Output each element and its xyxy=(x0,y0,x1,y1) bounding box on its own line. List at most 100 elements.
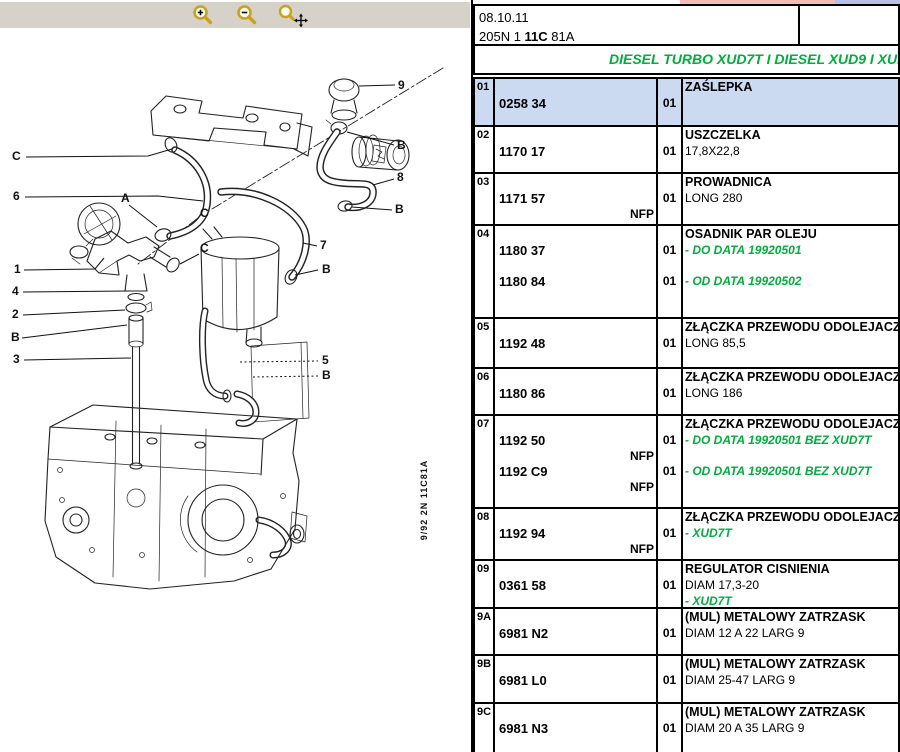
callout-label-C: C xyxy=(12,149,21,163)
description-cell: REGULATOR CISNIENIADIAM 17,3-20- XUD7T xyxy=(683,561,898,607)
qty-value xyxy=(658,480,681,496)
qty-value: 01 xyxy=(658,96,681,112)
part-number[interactable]: 0258 34 xyxy=(495,96,656,112)
part-number[interactable]: 1192 C9 xyxy=(495,464,656,480)
part-note: 17,8X22,8 xyxy=(683,144,898,160)
callout-label-1: 1 xyxy=(14,262,21,276)
callout-label-B: B xyxy=(11,330,20,344)
table-row-05[interactable]: 051192 4801ZŁĄCZKA PRZEWODU ODOLEJACZALO… xyxy=(475,319,898,369)
part-description: ZŁĄCZKA PRZEWODU ODOLEJACZA xyxy=(683,320,898,336)
callout-leader-line xyxy=(25,196,203,201)
qty-value: 01 xyxy=(658,144,681,160)
part-number[interactable]: 6981 N3 xyxy=(495,721,656,737)
exploded-parts-diagram: C6ACC142B35B9B8B7B 9/92 2N 11C81A xyxy=(0,28,470,752)
table-row-01[interactable]: 010258 3401ZAŚLEPKA xyxy=(475,79,898,127)
part-number-cell: 6981 L0 xyxy=(495,656,658,702)
catalog-date: 08.10.11 xyxy=(479,8,798,27)
spacer xyxy=(495,290,656,306)
callout-label-A: A xyxy=(121,191,130,205)
qty-value: 01 xyxy=(658,578,681,594)
part-note: LONG 280 xyxy=(683,191,898,207)
table-row-9A[interactable]: 9A6981 N201(MUL) METALOWY ZATRZASKDIAM 1… xyxy=(475,609,898,656)
parts-catalog-window: C6ACC142B35B9B8B7B 9/92 2N 11C81A 08.10.… xyxy=(0,0,900,752)
table-row-08[interactable]: 081192 94NFP01ZŁĄCZKA PRZEWODU ODOLEJACZ… xyxy=(475,509,898,561)
magnifier-move-icon xyxy=(277,3,311,27)
table-row-07[interactable]: 071192 50NFP1192 C9NFP0101ZŁĄCZKA PRZEWO… xyxy=(475,416,898,509)
qty-cell: 01 xyxy=(658,369,683,414)
callout-leader-line xyxy=(24,258,104,270)
part-note xyxy=(683,96,898,112)
part-number-cell: 0258 34 xyxy=(495,79,658,125)
table-row-03[interactable]: 031171 57NFP01PROWADNICALONG 280 xyxy=(475,174,898,226)
qty-cell: 01 xyxy=(658,561,683,607)
part-number[interactable]: 0361 58 xyxy=(495,578,656,594)
qty-value xyxy=(658,594,681,610)
qty-value xyxy=(658,449,681,465)
ref-cell: 9A xyxy=(475,609,495,654)
description-cell: OSADNIK PAR OLEJU- DO DATA 19920501- OD … xyxy=(683,226,898,317)
part-number[interactable]: 6981 N2 xyxy=(495,626,656,642)
callout-label-B: B xyxy=(322,262,331,276)
qty-cell: 01 xyxy=(658,609,683,654)
description-cell: USZCZELKA17,8X22,8 xyxy=(683,127,898,172)
qty-value: 01 xyxy=(658,336,681,352)
callout-leader-line xyxy=(373,179,394,185)
diagram-panel: C6ACC142B35B9B8B7B 9/92 2N 11C81A xyxy=(0,0,471,752)
canister-drawing xyxy=(201,227,279,347)
part-number[interactable]: 1192 48 xyxy=(495,336,656,352)
callout-leader-line xyxy=(26,149,172,157)
table-row-09[interactable]: 090361 5801REGULATOR CISNIENIADIAM 17,3-… xyxy=(475,561,898,609)
qty-value: 01 xyxy=(658,626,681,642)
spacer xyxy=(495,594,656,610)
callout-leader-line xyxy=(180,254,199,264)
part-note xyxy=(683,542,898,558)
part-note: - OD DATA 19920501 BEZ XUD7T xyxy=(683,464,898,480)
part-number-cell: 1170 17 xyxy=(495,127,658,172)
callout-label-B: B xyxy=(322,368,331,382)
part-note: - OD DATA 19920502 xyxy=(683,274,898,290)
qty-value: 01 xyxy=(658,464,681,480)
nfp-flag: NFP xyxy=(495,480,656,496)
part-number[interactable]: 1170 17 xyxy=(495,144,656,160)
magnifier-plus-icon xyxy=(191,3,215,27)
zoom-out-button[interactable] xyxy=(232,3,262,27)
part-number[interactable]: 1180 37 xyxy=(495,243,656,259)
part-note xyxy=(683,290,898,306)
table-row-9C[interactable]: 9C6981 N301(MUL) METALOWY ZATRZASKDIAM 2… xyxy=(475,704,898,752)
part-number[interactable]: 1192 50 xyxy=(495,433,656,449)
qty-value: 01 xyxy=(658,673,681,689)
zoom-pan-button[interactable] xyxy=(276,3,312,27)
ref-cell: 03 xyxy=(475,174,495,224)
part-number[interactable]: 1192 94 xyxy=(495,526,656,542)
nfp-flag: NFP xyxy=(495,449,656,465)
table-row-04[interactable]: 041180 371180 840101OSADNIK PAR OLEJU- D… xyxy=(475,226,898,319)
part-description: ZŁĄCZKA PRZEWODU ODOLEJACZA xyxy=(683,417,898,433)
description-cell: (MUL) METALOWY ZATRZASKDIAM 20 A 35 LARG… xyxy=(683,704,898,752)
part-number-cell: 1192 48 xyxy=(495,319,658,367)
description-cell: (MUL) METALOWY ZATRZASKDIAM 12 A 22 LARG… xyxy=(683,609,898,654)
part-number[interactable]: 1180 84 xyxy=(495,274,656,290)
part-number-cell: 6981 N3 xyxy=(495,704,658,752)
spacer xyxy=(495,259,656,275)
part-description: PROWADNICA xyxy=(683,175,898,191)
part-number[interactable]: 1171 57 xyxy=(495,191,656,207)
header-empty-cell xyxy=(798,6,898,44)
description-cell: ZŁĄCZKA PRZEWODU ODOLEJACZALONG 85,5 xyxy=(683,319,898,367)
part-description: REGULATOR CISNIENIA xyxy=(683,562,898,578)
table-row-02[interactable]: 021170 1701USZCZELKA17,8X22,8 xyxy=(475,127,898,174)
qty-value: 01 xyxy=(658,191,681,207)
callout-label-2: 2 xyxy=(12,307,19,321)
part-number[interactable]: 6981 L0 xyxy=(495,673,656,689)
callout-leader-line xyxy=(23,291,129,292)
qty-value: 01 xyxy=(658,274,681,290)
table-row-06[interactable]: 061180 8601ZŁĄCZKA PRZEWODU ODOLEJACZALO… xyxy=(475,369,898,416)
ref-cell: 08 xyxy=(475,509,495,559)
part-number[interactable]: 1180 86 xyxy=(495,386,656,402)
table-row-9B[interactable]: 9B6981 L001(MUL) METALOWY ZATRZASKDIAM 2… xyxy=(475,656,898,704)
qty-cell: 01 xyxy=(658,79,683,125)
drain-tube-drawing xyxy=(129,341,143,469)
description-cell: PROWADNICALONG 280 xyxy=(683,174,898,224)
diagram-page-code: 9/92 2N 11C81A xyxy=(419,460,429,541)
nfp-flag: NFP xyxy=(495,542,656,558)
zoom-in-button[interactable] xyxy=(188,3,218,27)
